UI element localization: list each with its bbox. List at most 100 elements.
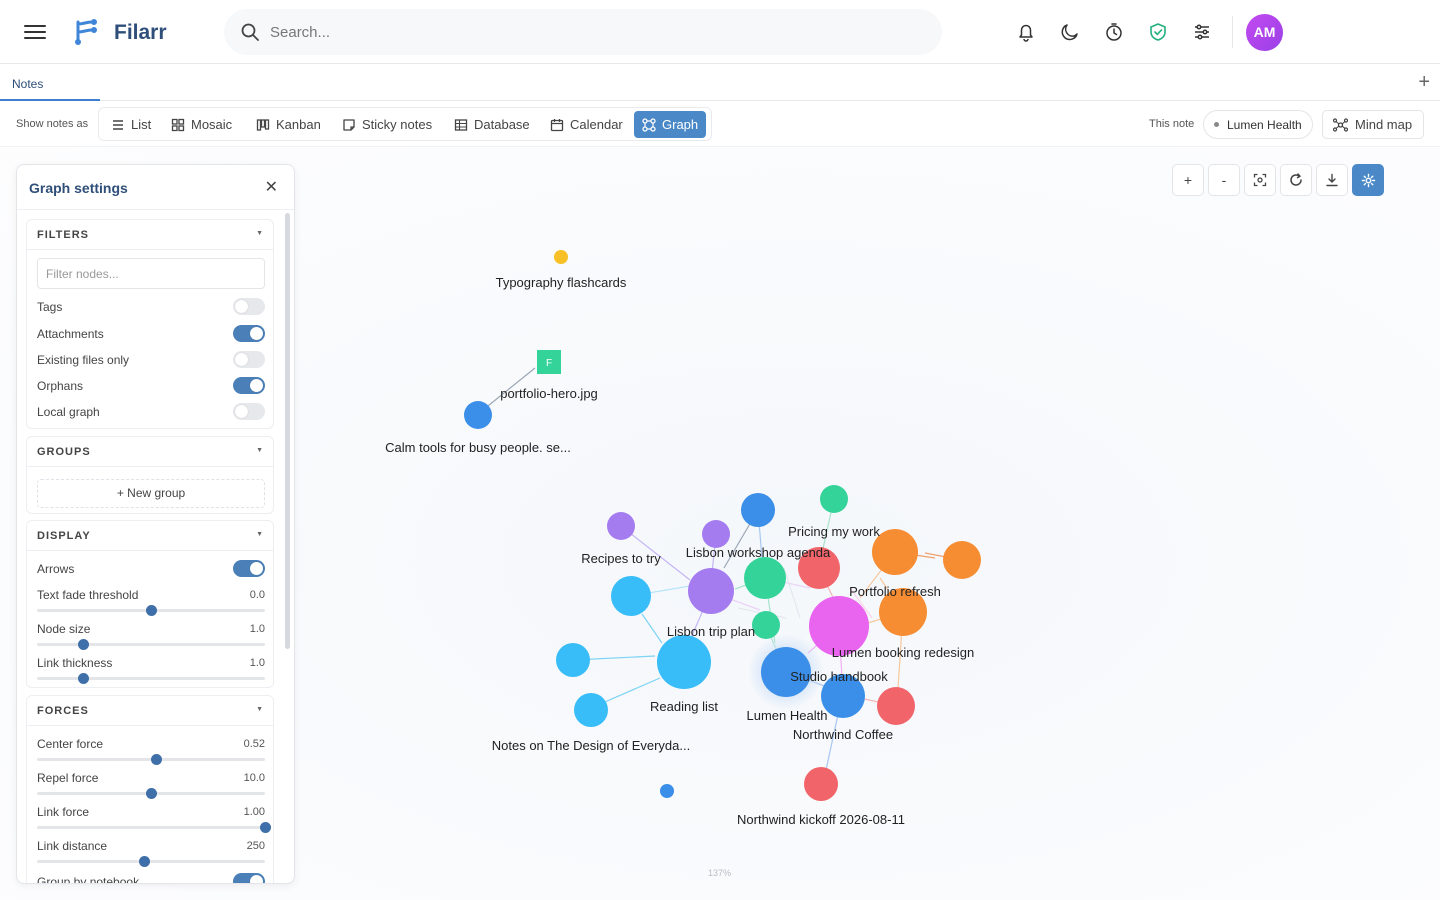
zoom-out-button[interactable]: - (1208, 164, 1240, 196)
caret-down-icon[interactable]: ▼ (256, 706, 263, 713)
shield-check-icon[interactable] (1147, 21, 1169, 43)
display-header[interactable]: DISPLAY ▼ (27, 521, 273, 551)
graph-node[interactable] (744, 557, 786, 599)
slider-thumb[interactable] (77, 673, 89, 684)
graph-node-label: Portfolio refresh (849, 584, 941, 599)
view-kanban-button[interactable]: Kanban (248, 111, 329, 138)
graph-node[interactable] (877, 687, 915, 725)
search-input[interactable] (270, 9, 910, 55)
view-database-button[interactable]: Database (446, 111, 538, 138)
tab-row: Notes + (0, 65, 1440, 101)
slider-thumb[interactable] (139, 856, 151, 867)
node-size-slider[interactable] (37, 639, 265, 650)
filter-tags-toggle[interactable] (233, 298, 265, 315)
top-bar: Filarr AM (0, 0, 1440, 64)
forces-header[interactable]: FORCES ▼ (27, 696, 273, 726)
link-distance-value: 250 (246, 840, 265, 852)
center-force-slider[interactable] (37, 754, 265, 765)
link-distance-slider[interactable] (37, 856, 265, 867)
repel-force-label: Repel force (37, 771, 99, 785)
graph-canvas[interactable]: F Typography flashcards portfolio-hero.j… (0, 148, 1440, 900)
add-tab-button[interactable]: + (1418, 71, 1430, 94)
graph-node[interactable] (688, 568, 734, 614)
search-bar[interactable] (224, 9, 942, 55)
this-note-label: This note (1149, 118, 1195, 130)
close-icon[interactable]: ✕ (265, 177, 278, 197)
bell-icon[interactable] (1015, 21, 1037, 43)
link-force-slider[interactable] (37, 822, 271, 833)
caret-down-icon[interactable]: ▼ (256, 531, 263, 538)
slider-thumb[interactable] (146, 605, 157, 616)
menu-icon[interactable] (24, 22, 46, 42)
slider-thumb[interactable] (150, 754, 162, 765)
moon-icon[interactable] (1059, 21, 1081, 43)
view-mosaic-button[interactable]: Mosaic (163, 111, 240, 138)
this-note-value: Lumen Health (1227, 117, 1302, 132)
filter-local-graph-row: Local graph (37, 402, 265, 422)
panel-scrollbar[interactable] (285, 213, 290, 649)
graph-node[interactable] (554, 250, 568, 264)
caret-down-icon[interactable]: ▼ (256, 230, 263, 237)
download-button[interactable] (1316, 164, 1348, 196)
timer-icon[interactable] (1103, 21, 1125, 43)
graph-node[interactable] (657, 635, 711, 689)
group-by-notebook-toggle[interactable] (233, 873, 265, 883)
graph-node-label: Studio handbook (790, 669, 888, 684)
graph-node[interactable] (556, 643, 590, 677)
link-thickness-label: Link thickness (37, 656, 113, 670)
graph-node[interactable] (702, 520, 730, 548)
graph-node[interactable] (752, 611, 780, 639)
graph-node[interactable] (607, 512, 635, 540)
link-thickness-slider[interactable] (37, 673, 265, 684)
this-note-pill[interactable]: Lumen Health (1203, 110, 1313, 139)
user-avatar[interactable]: AM (1246, 14, 1283, 51)
graph-node[interactable] (574, 693, 608, 727)
reset-layout-button[interactable] (1280, 164, 1312, 196)
sliders-icon[interactable] (1191, 21, 1213, 43)
filter-local-graph-toggle[interactable] (233, 403, 265, 420)
group-by-notebook-label: Group by notebook (37, 875, 140, 884)
filter-existing-files-toggle[interactable] (233, 351, 265, 368)
filter-existing-files-label: Existing files only (37, 353, 130, 367)
filter-orphans-toggle[interactable] (233, 377, 265, 394)
graph-node[interactable] (943, 541, 981, 579)
center-force-label: Center force (37, 737, 104, 751)
slider-thumb[interactable] (260, 822, 271, 833)
graph-settings-button[interactable] (1352, 164, 1384, 196)
view-list-button[interactable]: List (103, 111, 159, 138)
mind-map-icon (1333, 117, 1348, 132)
group-by-notebook-row: Group by notebook (37, 872, 265, 884)
graph-node[interactable] (741, 493, 775, 527)
graph-node-label: Northwind Coffee (793, 727, 893, 742)
view-graph-label: Graph (662, 117, 699, 132)
slider-thumb[interactable] (77, 639, 89, 650)
fit-view-button[interactable] (1244, 164, 1276, 196)
zoom-in-button[interactable]: + (1172, 164, 1204, 196)
caret-down-icon[interactable]: ▼ (256, 447, 263, 454)
graph-node[interactable] (804, 767, 838, 801)
graph-node[interactable] (660, 784, 674, 798)
text-fade-label: Text fade threshold (37, 588, 139, 602)
graph-node[interactable] (464, 401, 492, 429)
filter-attachments-toggle[interactable] (233, 325, 265, 342)
filter-nodes-input[interactable] (37, 258, 265, 289)
graph-node[interactable] (820, 485, 848, 513)
mind-map-button[interactable]: Mind map (1322, 110, 1424, 139)
groups-header[interactable]: GROUPS ▼ (27, 437, 273, 467)
arrows-toggle[interactable] (233, 560, 265, 577)
repel-force-slider-row: Repel force 10.0 (37, 771, 265, 801)
tab-notes[interactable]: Notes (0, 65, 100, 101)
graph-nodes[interactable]: F (464, 250, 981, 801)
view-graph-button[interactable]: Graph (634, 111, 707, 138)
view-kanban-label: Kanban (276, 117, 321, 132)
new-group-button[interactable]: + New group (37, 479, 265, 508)
view-calendar-button[interactable]: Calendar (542, 111, 631, 138)
repel-force-slider[interactable] (37, 788, 265, 799)
view-sticky-notes-button[interactable]: Sticky notes (334, 111, 440, 138)
filters-header[interactable]: FILTERS ▼ (27, 220, 273, 250)
show-notes-as-label: Show notes as (16, 118, 89, 130)
slider-thumb[interactable] (146, 788, 157, 799)
text-fade-slider[interactable] (37, 605, 265, 616)
graph-node[interactable] (611, 576, 651, 616)
topbar-divider (1232, 16, 1233, 48)
